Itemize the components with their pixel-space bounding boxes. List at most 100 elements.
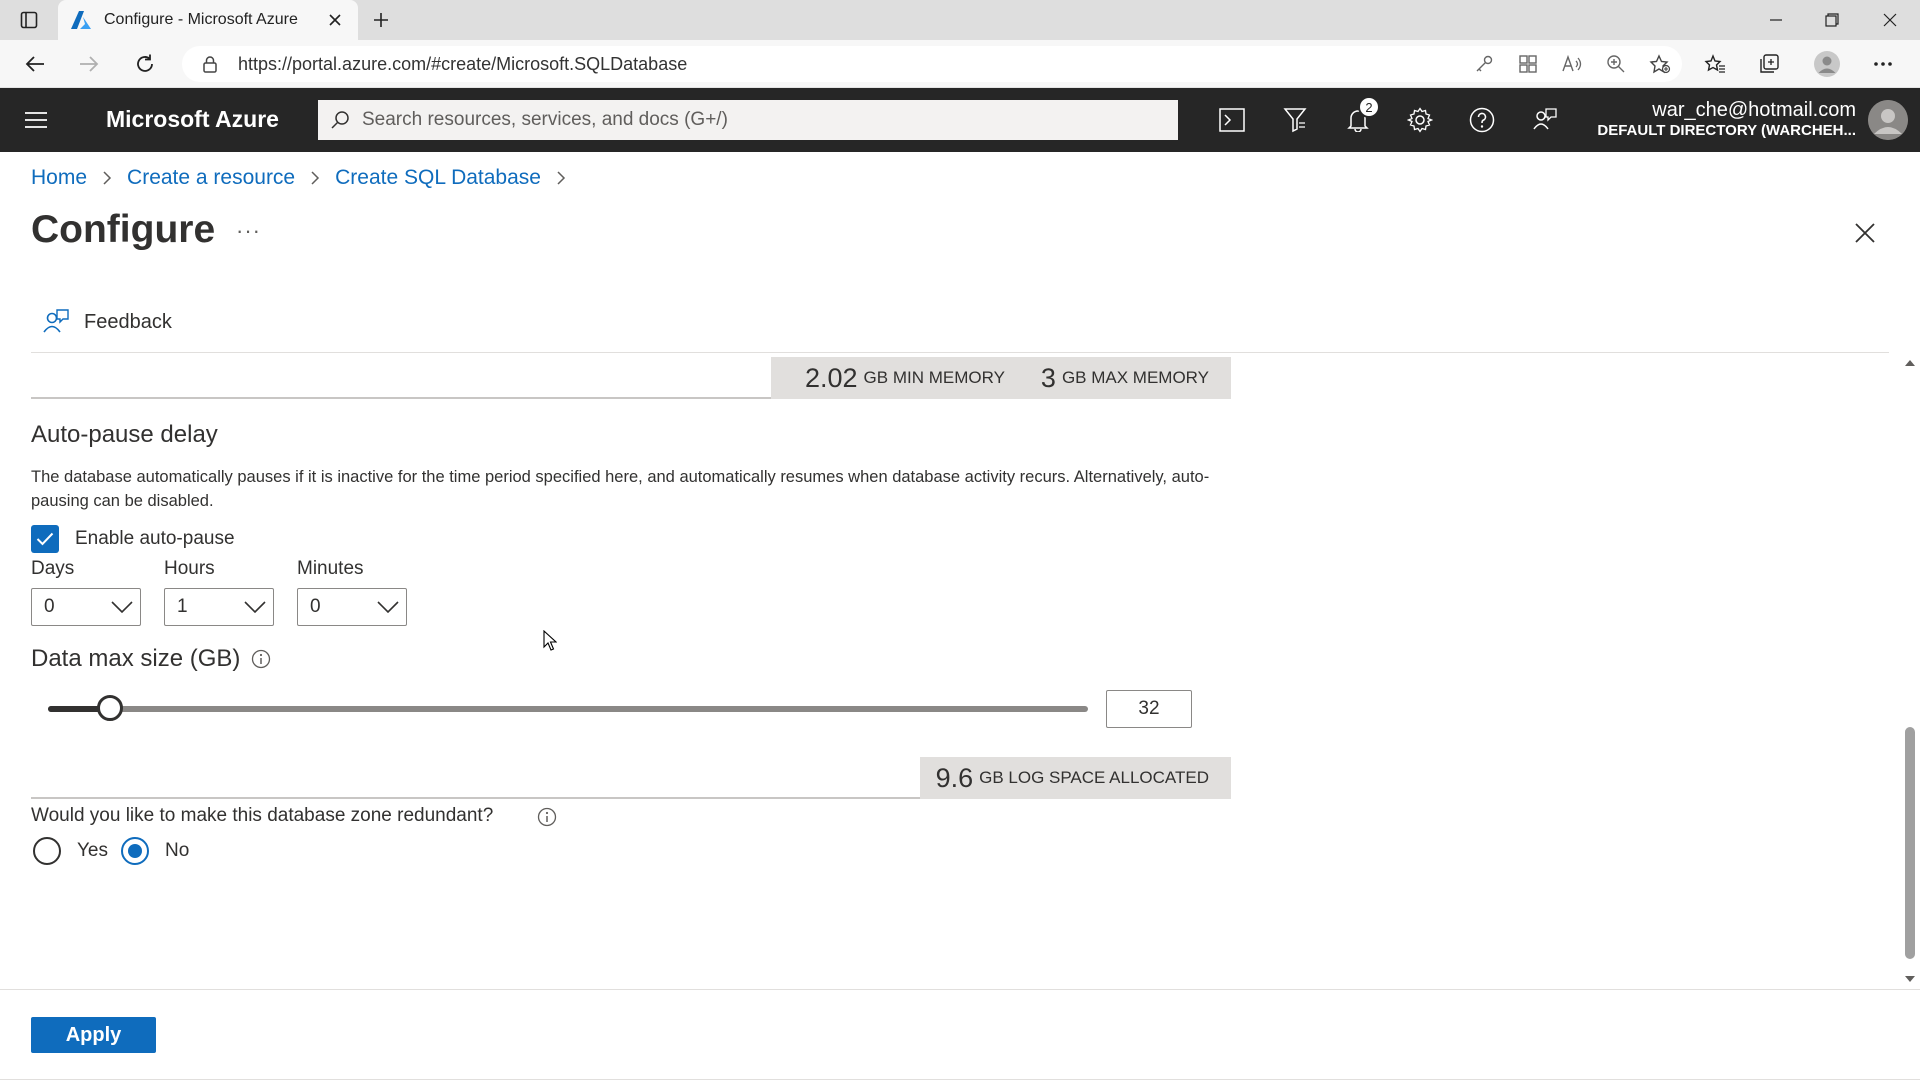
hours-label: Hours: [164, 558, 215, 579]
max-memory-unit: GB MAX MEMORY: [1061, 368, 1209, 387]
data-max-size-slider[interactable]: [48, 706, 1088, 712]
chevron-down-icon: [370, 589, 406, 625]
account-name: war_che@hotmail.com: [1652, 99, 1856, 121]
back-arrow-icon[interactable]: [18, 48, 52, 80]
info-icon[interactable]: [251, 649, 271, 669]
feedback-label: Feedback: [84, 310, 172, 333]
log-space-value: 9.6: [935, 762, 974, 793]
memory-summary: 2.02 GB MIN MEMORY 3 GB MAX MEMORY: [771, 357, 1231, 399]
min-memory-unit: GB MIN MEMORY: [863, 368, 1005, 387]
search-input[interactable]: [360, 108, 1178, 132]
global-search[interactable]: [318, 100, 1178, 140]
log-space-unit: GB LOG SPACE ALLOCATED: [979, 768, 1209, 787]
account-info[interactable]: war_che@hotmail.com DEFAULT DIRECTORY (W…: [1597, 98, 1856, 140]
url-text[interactable]: https://portal.azure.com/#create/Microso…: [230, 54, 1462, 75]
log-space-summary: 9.6 GB LOG SPACE ALLOCATED: [920, 757, 1231, 799]
minutes-label: Minutes: [297, 558, 364, 579]
lock-icon[interactable]: [190, 55, 230, 73]
data-max-size-input[interactable]: 32: [1106, 690, 1192, 728]
auto-pause-title: Auto-pause delay: [31, 421, 218, 448]
cloud-shell-icon[interactable]: [1212, 100, 1252, 140]
browser-toolbar: https://portal.azure.com/#create/Microso…: [0, 40, 1920, 88]
more-options-icon[interactable]: [1866, 48, 1900, 80]
feedback-person-icon[interactable]: [1525, 100, 1565, 140]
avatar[interactable]: [1868, 100, 1908, 140]
chevron-down-icon: [104, 589, 140, 625]
enable-auto-pause-label: Enable auto-pause: [75, 528, 235, 549]
footer-divider: [0, 989, 1920, 990]
chevron-right-icon: [311, 171, 320, 185]
breadcrumb-create-resource[interactable]: Create a resource: [127, 166, 295, 190]
chevron-down-icon: [237, 589, 273, 625]
restore-icon[interactable]: [1804, 0, 1860, 40]
close-tab-icon[interactable]: [324, 9, 346, 31]
hours-value: 1: [177, 596, 188, 617]
minutes-value: 0: [310, 596, 321, 617]
add-favorite-icon[interactable]: [1638, 48, 1682, 80]
min-memory-value: 2.02: [804, 362, 858, 393]
key-icon[interactable]: [1462, 48, 1506, 80]
days-dropdown[interactable]: 0: [31, 588, 141, 626]
azure-brand[interactable]: Microsoft Azure: [106, 106, 279, 133]
read-aloud-icon[interactable]: [1550, 48, 1594, 80]
chevron-right-icon: [103, 171, 112, 185]
data-max-size-title: Data max size (GB): [31, 645, 241, 672]
refresh-icon[interactable]: [128, 48, 162, 80]
slider-thumb[interactable]: [97, 695, 124, 721]
content-scrollbar[interactable]: [1900, 353, 1920, 989]
help-question-icon[interactable]: [1462, 100, 1502, 140]
notifications-bell-icon[interactable]: 2: [1338, 96, 1380, 140]
scroll-down-icon[interactable]: [1904, 973, 1916, 985]
scrollbar-thumb[interactable]: [1905, 727, 1915, 959]
radio-no-circle[interactable]: [121, 837, 149, 865]
close-window-icon[interactable]: [1862, 0, 1918, 40]
account-directory: DEFAULT DIRECTORY (WARCHEH...: [1597, 122, 1856, 139]
radio-yes-label: Yes: [77, 840, 108, 861]
breadcrumb: Home Create a resource Create SQL Databa…: [31, 166, 581, 190]
search-icon: [330, 110, 350, 130]
hours-dropdown[interactable]: 1: [164, 588, 274, 626]
days-label: Days: [31, 558, 75, 579]
enable-auto-pause-checkbox[interactable]: Enable auto-pause: [31, 525, 235, 553]
address-bar[interactable]: https://portal.azure.com/#create/Microso…: [182, 46, 1682, 82]
profile-icon[interactable]: [1810, 48, 1844, 80]
zone-redundant-yes-radio[interactable]: Yes: [33, 837, 108, 865]
scroll-up-icon[interactable]: [1904, 357, 1916, 369]
settings-gear-icon[interactable]: [1400, 100, 1440, 140]
more-actions-button[interactable]: ···: [236, 218, 261, 244]
minutes-dropdown[interactable]: 0: [297, 588, 407, 626]
checkmark-icon[interactable]: [31, 525, 59, 553]
browser-tab-active[interactable]: Configure - Microsoft Azure: [58, 0, 358, 40]
tab-actions-icon[interactable]: [14, 6, 44, 34]
feedback-button[interactable]: Feedback: [42, 308, 172, 336]
radio-yes-circle[interactable]: [33, 837, 61, 865]
app-available-icon[interactable]: [1506, 48, 1550, 80]
days-value: 0: [44, 596, 55, 617]
auto-pause-description: The database automatically pauses if it …: [31, 468, 1210, 510]
apply-button[interactable]: Apply: [31, 1017, 156, 1053]
configure-form: 2.02 GB MIN MEMORY 3 GB MAX MEMORY Auto-…: [0, 353, 1888, 989]
breadcrumb-create-sql-database[interactable]: Create SQL Database: [335, 166, 541, 190]
browser-tab-strip: Configure - Microsoft Azure: [0, 0, 1920, 40]
max-memory-value: 3: [1040, 362, 1056, 393]
radio-no-label: No: [165, 840, 190, 861]
menu-hamburger-icon[interactable]: [18, 106, 54, 134]
new-tab-icon[interactable]: [366, 6, 396, 34]
chevron-right-icon: [557, 171, 566, 185]
close-blade-icon[interactable]: [1848, 216, 1882, 250]
favorites-icon[interactable]: [1698, 48, 1732, 80]
collections-icon[interactable]: [1752, 48, 1786, 80]
azure-logo-icon: [70, 9, 92, 31]
directory-filter-icon[interactable]: [1275, 100, 1315, 140]
tab-title: Configure - Microsoft Azure: [104, 11, 298, 28]
forward-arrow-icon[interactable]: [72, 48, 106, 80]
zoom-icon[interactable]: [1594, 48, 1638, 80]
zone-redundant-question: Would you like to make this database zon…: [31, 805, 494, 826]
info-icon[interactable]: [537, 807, 557, 827]
minimize-icon[interactable]: [1748, 0, 1804, 40]
breadcrumb-home[interactable]: Home: [31, 166, 87, 190]
feedback-person-icon: [42, 308, 70, 336]
page-title: Configure: [31, 208, 216, 251]
zone-redundant-no-radio[interactable]: No: [121, 837, 189, 865]
notification-count-badge: 2: [1358, 96, 1380, 118]
